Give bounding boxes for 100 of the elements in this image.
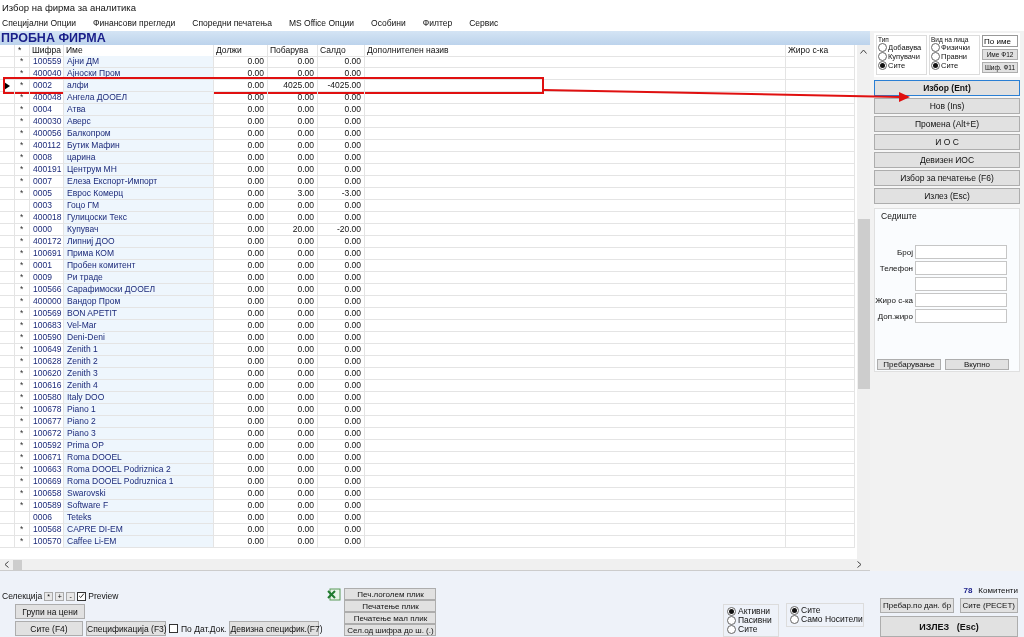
- radio-button[interactable]: [727, 607, 736, 616]
- table-row[interactable]: * 400056 Балкопром 0.00 0.00 0.00: [0, 128, 855, 140]
- table-row[interactable]: * 400040 Ајноски Пром 0.00 0.00 0.00: [0, 68, 855, 80]
- menu-item[interactable]: Споредни печатења: [192, 18, 272, 28]
- radio-button[interactable]: [727, 625, 736, 634]
- radio-button[interactable]: [727, 616, 736, 625]
- table-row[interactable]: * 0009 Ри траде 0.00 0.00 0.00: [0, 272, 855, 284]
- table-row[interactable]: * 100672 Piano 3 0.00 0.00 0.00: [0, 428, 855, 440]
- price-groups-button[interactable]: Групи на цени: [15, 604, 85, 619]
- radio-button[interactable]: [931, 43, 940, 52]
- radio-label[interactable]: Активни: [738, 607, 771, 616]
- column-header[interactable]: Дополнителен назив: [365, 45, 786, 57]
- panel-button[interactable]: Пребарување: [877, 359, 941, 370]
- table-row[interactable]: * 100566 Сарафимоски ДООЕЛ 0.00 0.00 0.00: [0, 284, 855, 296]
- table-row[interactable]: * 0001 Пробен комитент 0.00 0.00 0.00: [0, 260, 855, 272]
- table-row[interactable]: * 100592 Prima OP 0.00 0.00 0.00: [0, 440, 855, 452]
- menu-item[interactable]: Специјални Опции: [2, 18, 77, 28]
- scroll-left-icon[interactable]: [4, 561, 9, 568]
- table-row[interactable]: * 100589 Software F 0.00 0.00 0.00: [0, 500, 855, 512]
- table-row[interactable]: * 0007 Елеза Експорт-Импорт 0.00 0.00 0.00: [0, 176, 855, 188]
- table-row[interactable]: * 100683 Vel-Mar 0.00 0.00 0.00: [0, 320, 855, 332]
- checkbox[interactable]: [77, 591, 87, 601]
- action-button[interactable]: Девизен ИОС: [874, 152, 1020, 168]
- column-header[interactable]: Шифра: [30, 45, 64, 57]
- radio-label[interactable]: Пасивни: [738, 616, 772, 625]
- specification-button[interactable]: Спецификација (F3): [86, 621, 166, 636]
- column-header[interactable]: Салдо: [318, 45, 365, 57]
- fx-specification-button[interactable]: Девизна специфик.(F7): [229, 621, 320, 636]
- search-button[interactable]: Пребар.по дан. бр: [880, 598, 955, 613]
- horizontal-scrollbar[interactable]: [0, 559, 870, 571]
- exit-button[interactable]: ИЗЛЕЗ (Esc): [880, 616, 1018, 637]
- table-row[interactable]: * 400048 Ангела ДООЕЛ 0.00 0.00 0.00: [0, 92, 855, 104]
- table-row[interactable]: * 100570 Caffee Li-EM 0.00 0.00 0.00: [0, 536, 855, 548]
- table-row[interactable]: * 400000 Вандор Пром 0.00 0.00 0.00: [0, 296, 855, 308]
- table-row[interactable]: * 0005 Еврос Комерц 0.00 3.00 -3.00: [0, 188, 855, 200]
- radio-button[interactable]: [878, 61, 887, 70]
- table-row[interactable]: * 100628 Zenith 2 0.00 0.00 0.00: [0, 356, 855, 368]
- table-row[interactable]: * 100671 Roma DOOEL 0.00 0.00 0.00: [0, 452, 855, 464]
- radio-button[interactable]: [878, 43, 887, 52]
- table-row[interactable]: * 100669 Roma DOOEL Podruznica 1 0.00 0.00 0.00: [0, 476, 855, 488]
- input-field[interactable]: [915, 309, 1007, 323]
- panel-button[interactable]: Вкупно: [945, 359, 1009, 370]
- print-button[interactable]: Печ.логолем плик: [344, 588, 437, 600]
- checkbox-label[interactable]: По Дат.Док.: [181, 623, 227, 634]
- column-header[interactable]: Побарува: [268, 45, 318, 57]
- table-row[interactable]: 0006 Teteks 0.00 0.00 0.00: [0, 512, 855, 524]
- table-row[interactable]: * 100616 Zenith 4 0.00 0.00 0.00: [0, 380, 855, 392]
- column-header[interactable]: Жиро с-ка: [786, 45, 855, 57]
- action-button[interactable]: Избор (Ent): [874, 80, 1020, 96]
- radio-label[interactable]: Сите: [801, 606, 821, 615]
- scrollbar-thumb[interactable]: [857, 219, 870, 389]
- action-button[interactable]: Излез (Esc): [874, 188, 1020, 204]
- table-row[interactable]: * 0004 Атва 0.00 0.00 0.00: [0, 104, 855, 116]
- input-field[interactable]: [915, 277, 1007, 291]
- table-row[interactable]: * 400018 Гулицоски Текс 0.00 0.00 0.00: [0, 212, 855, 224]
- print-button[interactable]: Печатење мал плик: [344, 612, 437, 624]
- table-row[interactable]: 0003 Гоцо ГМ 0.00 0.00 0.00: [0, 200, 855, 212]
- action-button[interactable]: Избор за печатење (F6): [874, 170, 1020, 186]
- reset-button[interactable]: Сите (РЕСЕТ): [959, 598, 1018, 613]
- table-row[interactable]: * 100590 Deni-Deni 0.00 0.00 0.00: [0, 332, 855, 344]
- radio-button[interactable]: [931, 52, 940, 61]
- column-header[interactable]: Должи: [214, 45, 268, 57]
- menu-item[interactable]: Сервис: [469, 18, 499, 28]
- menu-item[interactable]: Финансови прегледи: [93, 18, 176, 28]
- table-row[interactable]: * 100649 Zenith 1 0.00 0.00 0.00: [0, 344, 855, 356]
- input-field[interactable]: [915, 261, 1007, 275]
- input-field[interactable]: [915, 293, 1007, 307]
- table-row[interactable]: * 100678 Piano 1 0.00 0.00 0.00: [0, 404, 855, 416]
- table-row[interactable]: * 100559 Ајни ДМ 0.00 0.00 0.00: [0, 56, 855, 68]
- scroll-up-icon[interactable]: [860, 49, 867, 54]
- radio-label[interactable]: Само Носители: [801, 615, 863, 624]
- table-row[interactable]: * 100569 BON APETIT 0.00 0.00 0.00: [0, 308, 855, 320]
- table-row[interactable]: * 100568 CAPRE DI-EM 0.00 0.00 0.00: [0, 524, 855, 536]
- checkbox[interactable]: [169, 624, 178, 633]
- print-button[interactable]: Сел.од шифра до ш. (.): [344, 624, 437, 636]
- radio-button[interactable]: [931, 61, 940, 70]
- spreadsheet-icon[interactable]: [327, 588, 342, 601]
- table-row[interactable]: * 400112 Бутик Мафин 0.00 0.00 0.00: [0, 140, 855, 152]
- sort-field[interactable]: По име: [982, 35, 1018, 47]
- radio-button[interactable]: [790, 606, 799, 615]
- table-row[interactable]: * 100663 Roma DOOEL Podriznica 2 0.00 0.00 0.00: [0, 464, 855, 476]
- radio-label[interactable]: Сите: [738, 625, 758, 634]
- table-row[interactable]: * 100580 Italy DOO 0.00 0.00 0.00: [0, 392, 855, 404]
- action-button[interactable]: Промена (Alt+E): [874, 116, 1020, 132]
- table-row[interactable]: * 0000 Купувач 0.00 20.00 -20.00: [0, 224, 855, 236]
- table-row[interactable]: * 100620 Zenith 3 0.00 0.00 0.00: [0, 368, 855, 380]
- table-row[interactable]: * 100677 Piano 2 0.00 0.00 0.00: [0, 416, 855, 428]
- action-button[interactable]: Нов (Ins): [874, 98, 1020, 114]
- menu-item[interactable]: Особини: [371, 18, 406, 28]
- all-button[interactable]: Сите (F4): [15, 621, 83, 636]
- scrollbar-thumb[interactable]: [13, 559, 22, 570]
- radio-button[interactable]: [878, 52, 887, 61]
- table-row[interactable]: * 0008 царина 0.00 0.00 0.00: [0, 152, 855, 164]
- table-row[interactable]: * 400030 Аверс 0.00 0.00 0.00: [0, 116, 855, 128]
- table-row[interactable]: * 400172 Липниј ДОО 0.00 0.00 0.00: [0, 236, 855, 248]
- table-row[interactable]: * 400191 Центрум МН 0.00 0.00 0.00: [0, 164, 855, 176]
- action-button[interactable]: И О С: [874, 134, 1020, 150]
- table-row[interactable]: * 100691 Прима КОМ 0.00 0.00 0.00: [0, 248, 855, 260]
- input-field[interactable]: [915, 245, 1007, 259]
- radio-button[interactable]: [790, 615, 799, 624]
